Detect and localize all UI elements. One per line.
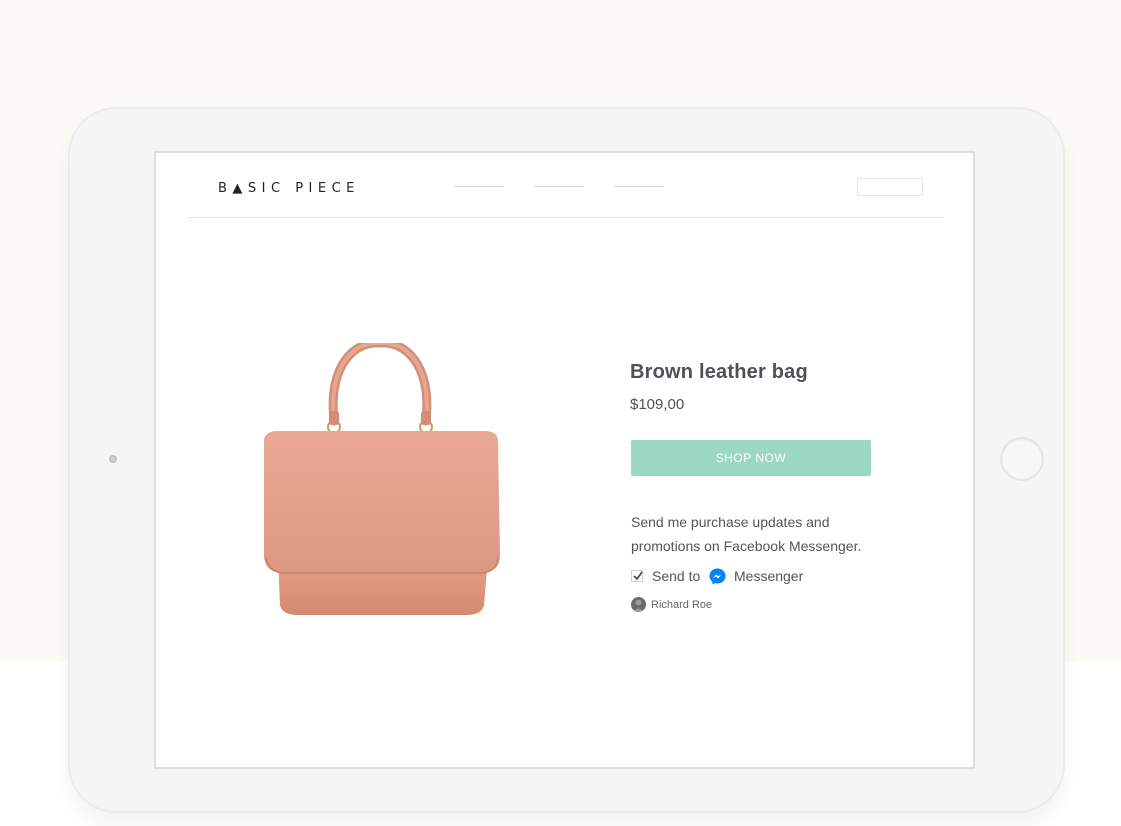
- send-to-checkbox[interactable]: [631, 570, 643, 582]
- messenger-icon: [709, 568, 726, 585]
- messenger-label: Messenger: [734, 568, 804, 584]
- product-title: Brown leather bag: [630, 361, 808, 383]
- nav-item-placeholder-2[interactable]: [534, 186, 584, 187]
- shop-now-button[interactable]: SHOP NOW: [631, 440, 871, 476]
- site-header: B▲SIC PIECE: [188, 153, 943, 218]
- avatar: [631, 597, 646, 612]
- send-to-label: Send to: [652, 568, 701, 584]
- checkmark-icon: [633, 571, 643, 581]
- messenger-optin-text: Send me purchase updates and promotions …: [631, 514, 862, 554]
- tablet-screen: B▲SIC PIECE Brown leather bag $109,00 SH…: [154, 151, 975, 769]
- tablet-device-frame: B▲SIC PIECE Brown leather bag $109,00 SH…: [70, 109, 1063, 811]
- user-name: Richard Roe: [651, 599, 713, 611]
- brand-logo[interactable]: B▲SIC PIECE: [218, 181, 360, 196]
- nav-item-placeholder-1[interactable]: [454, 186, 504, 187]
- camera-icon: [109, 455, 117, 463]
- handbag-image: [256, 338, 506, 623]
- nav-item-placeholder-3[interactable]: [614, 186, 664, 187]
- header-action-placeholder[interactable]: [857, 178, 923, 196]
- home-button[interactable]: [1002, 439, 1042, 479]
- product-price: $109,00: [630, 396, 685, 413]
